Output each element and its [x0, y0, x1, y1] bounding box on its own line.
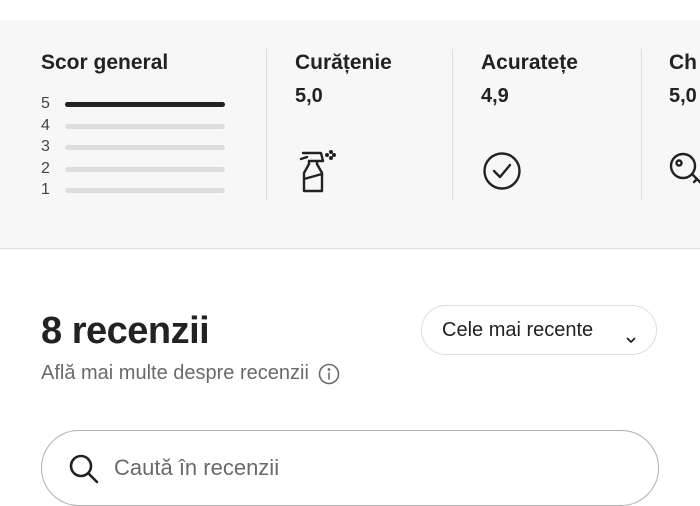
star-level: 4 [41, 116, 50, 134]
category-divider [641, 49, 642, 200]
star-level: 5 [41, 95, 50, 112]
review-search-box[interactable] [41, 430, 659, 506]
check-circle-icon [482, 150, 522, 195]
top-divider [0, 0, 700, 21]
overall-rating-title: Scor general [41, 51, 169, 74]
category-label: Ch [669, 51, 697, 74]
distribution-bar [65, 123, 225, 129]
learn-more-reviews-link[interactable]: Află mai multe despre recenzii [41, 362, 340, 385]
category-value: 5,0 [669, 85, 697, 107]
overall-rating: Scor general 5 4 3 2 1 [41, 50, 241, 198]
distribution-bar [65, 188, 225, 193]
category-cleanliness: Curățenie 5,0 [295, 50, 392, 193]
review-search-input[interactable] [112, 449, 616, 487]
search-icon [68, 453, 100, 490]
sort-label: Cele mai recente [442, 318, 594, 341]
category-divider [452, 49, 453, 200]
ratings-summary: Scor general 5 4 3 2 1 Curățenie 5,0 Acu… [0, 20, 700, 249]
key-icon [669, 150, 700, 195]
info-icon[interactable] [318, 363, 340, 385]
sort-dropdown-button[interactable]: Cele mai recente [421, 305, 657, 355]
distribution-bar [65, 145, 225, 150]
category-label: Acuratețe [481, 51, 578, 74]
category-value: 5,0 [295, 85, 323, 107]
reviews-count-heading: 8 recenzii [41, 310, 210, 352]
learn-more-label: Află mai multe despre recenzii [41, 362, 309, 384]
star-level: 2 [41, 159, 50, 177]
distribution-bar [65, 166, 225, 172]
category-checkin: Ch 5,0 [669, 50, 700, 184]
star-level: 1 [41, 181, 50, 198]
distribution-bar [65, 102, 225, 107]
star-level: 3 [41, 138, 50, 155]
category-divider [266, 49, 267, 200]
category-label: Curățenie [295, 51, 392, 74]
category-accuracy: Acuratețe 4,9 [481, 50, 578, 190]
chevron-down-icon [626, 327, 636, 350]
spray-bottle-icon [297, 150, 339, 199]
category-value: 4,9 [481, 85, 509, 107]
